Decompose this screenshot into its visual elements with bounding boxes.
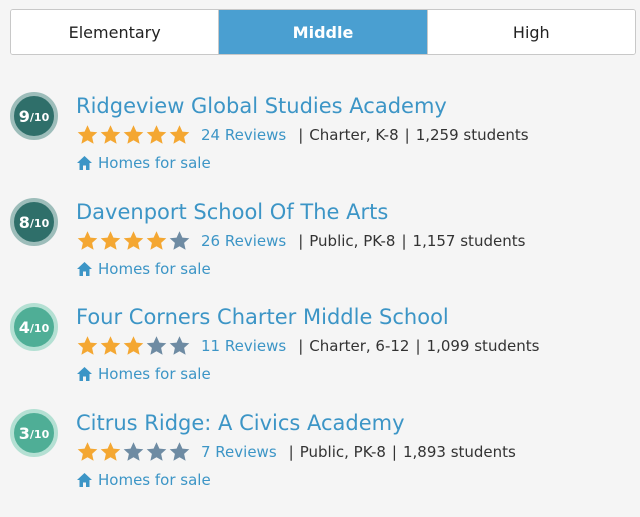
school-name-link[interactable]: Citrus Ridge: A Civics Academy <box>76 409 405 437</box>
homes-for-sale-link[interactable]: Homes for sale <box>76 469 211 491</box>
star-empty-icon <box>169 336 190 355</box>
rating-badge: 8/10 <box>10 198 58 246</box>
tab-middle[interactable]: Middle <box>219 10 428 54</box>
star-filled-icon <box>77 442 98 461</box>
school-meta: 24 Reviews | Charter, K-8 | 1,259 studen… <box>76 123 529 147</box>
school-meta: 7 Reviews | Public, PK-8 | 1,893 student… <box>76 440 516 464</box>
rating-badge: 4/10 <box>10 303 58 351</box>
separator: | <box>415 337 421 355</box>
rating-value: 3 <box>18 423 30 443</box>
school-name-link[interactable]: Ridgeview Global Studies Academy <box>76 92 447 120</box>
rating-denominator: /10 <box>29 322 50 335</box>
rating-value: 4 <box>18 317 30 337</box>
school-meta: 11 Reviews | Charter, 6-12 | 1,099 stude… <box>76 334 539 358</box>
student-count: 1,099 students <box>426 337 540 355</box>
reviews-link[interactable]: 24 Reviews <box>201 126 286 144</box>
homes-for-sale-link[interactable]: Homes for sale <box>76 363 211 385</box>
school-name-link[interactable]: Davenport School Of The Arts <box>76 198 388 226</box>
homes-for-sale-link[interactable]: Homes for sale <box>76 152 211 174</box>
school-type-grades: Public, PK-8 <box>299 443 386 461</box>
rating-value: 8 <box>18 212 30 232</box>
tab-high[interactable]: High <box>427 10 635 54</box>
separator: | <box>391 443 397 461</box>
star-filled-icon <box>123 125 144 144</box>
star-filled-icon <box>100 125 121 144</box>
star-empty-icon <box>146 442 167 461</box>
separator: | <box>298 337 304 355</box>
student-count: 1,893 students <box>402 443 516 461</box>
star-filled-icon <box>100 336 121 355</box>
school-meta: 26 Reviews | Public, PK-8 | 1,157 studen… <box>76 229 525 253</box>
home-icon <box>77 156 92 170</box>
school-name-link[interactable]: Four Corners Charter Middle School <box>76 303 449 331</box>
star-filled-icon <box>169 125 190 144</box>
star-filled-icon <box>100 442 121 461</box>
star-filled-icon <box>146 231 167 250</box>
student-count: 1,259 students <box>415 126 529 144</box>
home-icon <box>77 262 92 276</box>
reviews-link[interactable]: 11 Reviews <box>201 337 286 355</box>
star-rating <box>76 230 191 252</box>
homes-for-sale-label: Homes for sale <box>98 365 211 383</box>
star-filled-icon <box>77 125 98 144</box>
school-item: 3/10 Citrus Ridge: A Civics Academy 7 Re… <box>0 409 640 509</box>
separator: | <box>401 232 407 250</box>
rating-denominator: /10 <box>29 428 50 441</box>
rating-badge: 9/10 <box>10 92 58 140</box>
star-empty-icon <box>146 336 167 355</box>
homes-for-sale-label: Homes for sale <box>98 260 211 278</box>
school-type-grades: Public, PK-8 <box>309 232 396 250</box>
school-type-grades: Charter, K-8 <box>309 126 399 144</box>
home-icon <box>77 367 92 381</box>
homes-for-sale-label: Homes for sale <box>98 471 211 489</box>
star-filled-icon <box>100 231 121 250</box>
rating-badge: 3/10 <box>10 409 58 457</box>
star-rating <box>76 124 191 146</box>
rating-value: 9 <box>18 106 30 126</box>
school-item: 4/10 Four Corners Charter Middle School … <box>0 303 640 403</box>
star-filled-icon <box>123 336 144 355</box>
star-filled-icon <box>77 336 98 355</box>
reviews-link[interactable]: 7 Reviews <box>201 443 277 461</box>
school-item: 9/10 Ridgeview Global Studies Academy 24… <box>0 92 640 192</box>
star-filled-icon <box>77 231 98 250</box>
star-empty-icon <box>169 231 190 250</box>
school-item: 8/10 Davenport School Of The Arts 26 Rev… <box>0 198 640 298</box>
separator: | <box>404 126 410 144</box>
homes-for-sale-link[interactable]: Homes for sale <box>76 258 211 280</box>
rating-denominator: /10 <box>29 217 50 230</box>
separator: | <box>298 232 304 250</box>
student-count: 1,157 students <box>412 232 526 250</box>
separator: | <box>288 443 294 461</box>
school-type-grades: Charter, 6-12 <box>309 337 410 355</box>
homes-for-sale-label: Homes for sale <box>98 154 211 172</box>
star-filled-icon <box>123 231 144 250</box>
rating-denominator: /10 <box>29 111 50 124</box>
tab-elementary[interactable]: Elementary <box>11 10 220 54</box>
star-empty-icon <box>169 442 190 461</box>
reviews-link[interactable]: 26 Reviews <box>201 232 286 250</box>
separator: | <box>298 126 304 144</box>
star-rating <box>76 441 191 463</box>
star-empty-icon <box>123 442 144 461</box>
home-icon <box>77 473 92 487</box>
star-rating <box>76 335 191 357</box>
star-filled-icon <box>146 125 167 144</box>
level-tabs: Elementary Middle High <box>10 9 636 55</box>
